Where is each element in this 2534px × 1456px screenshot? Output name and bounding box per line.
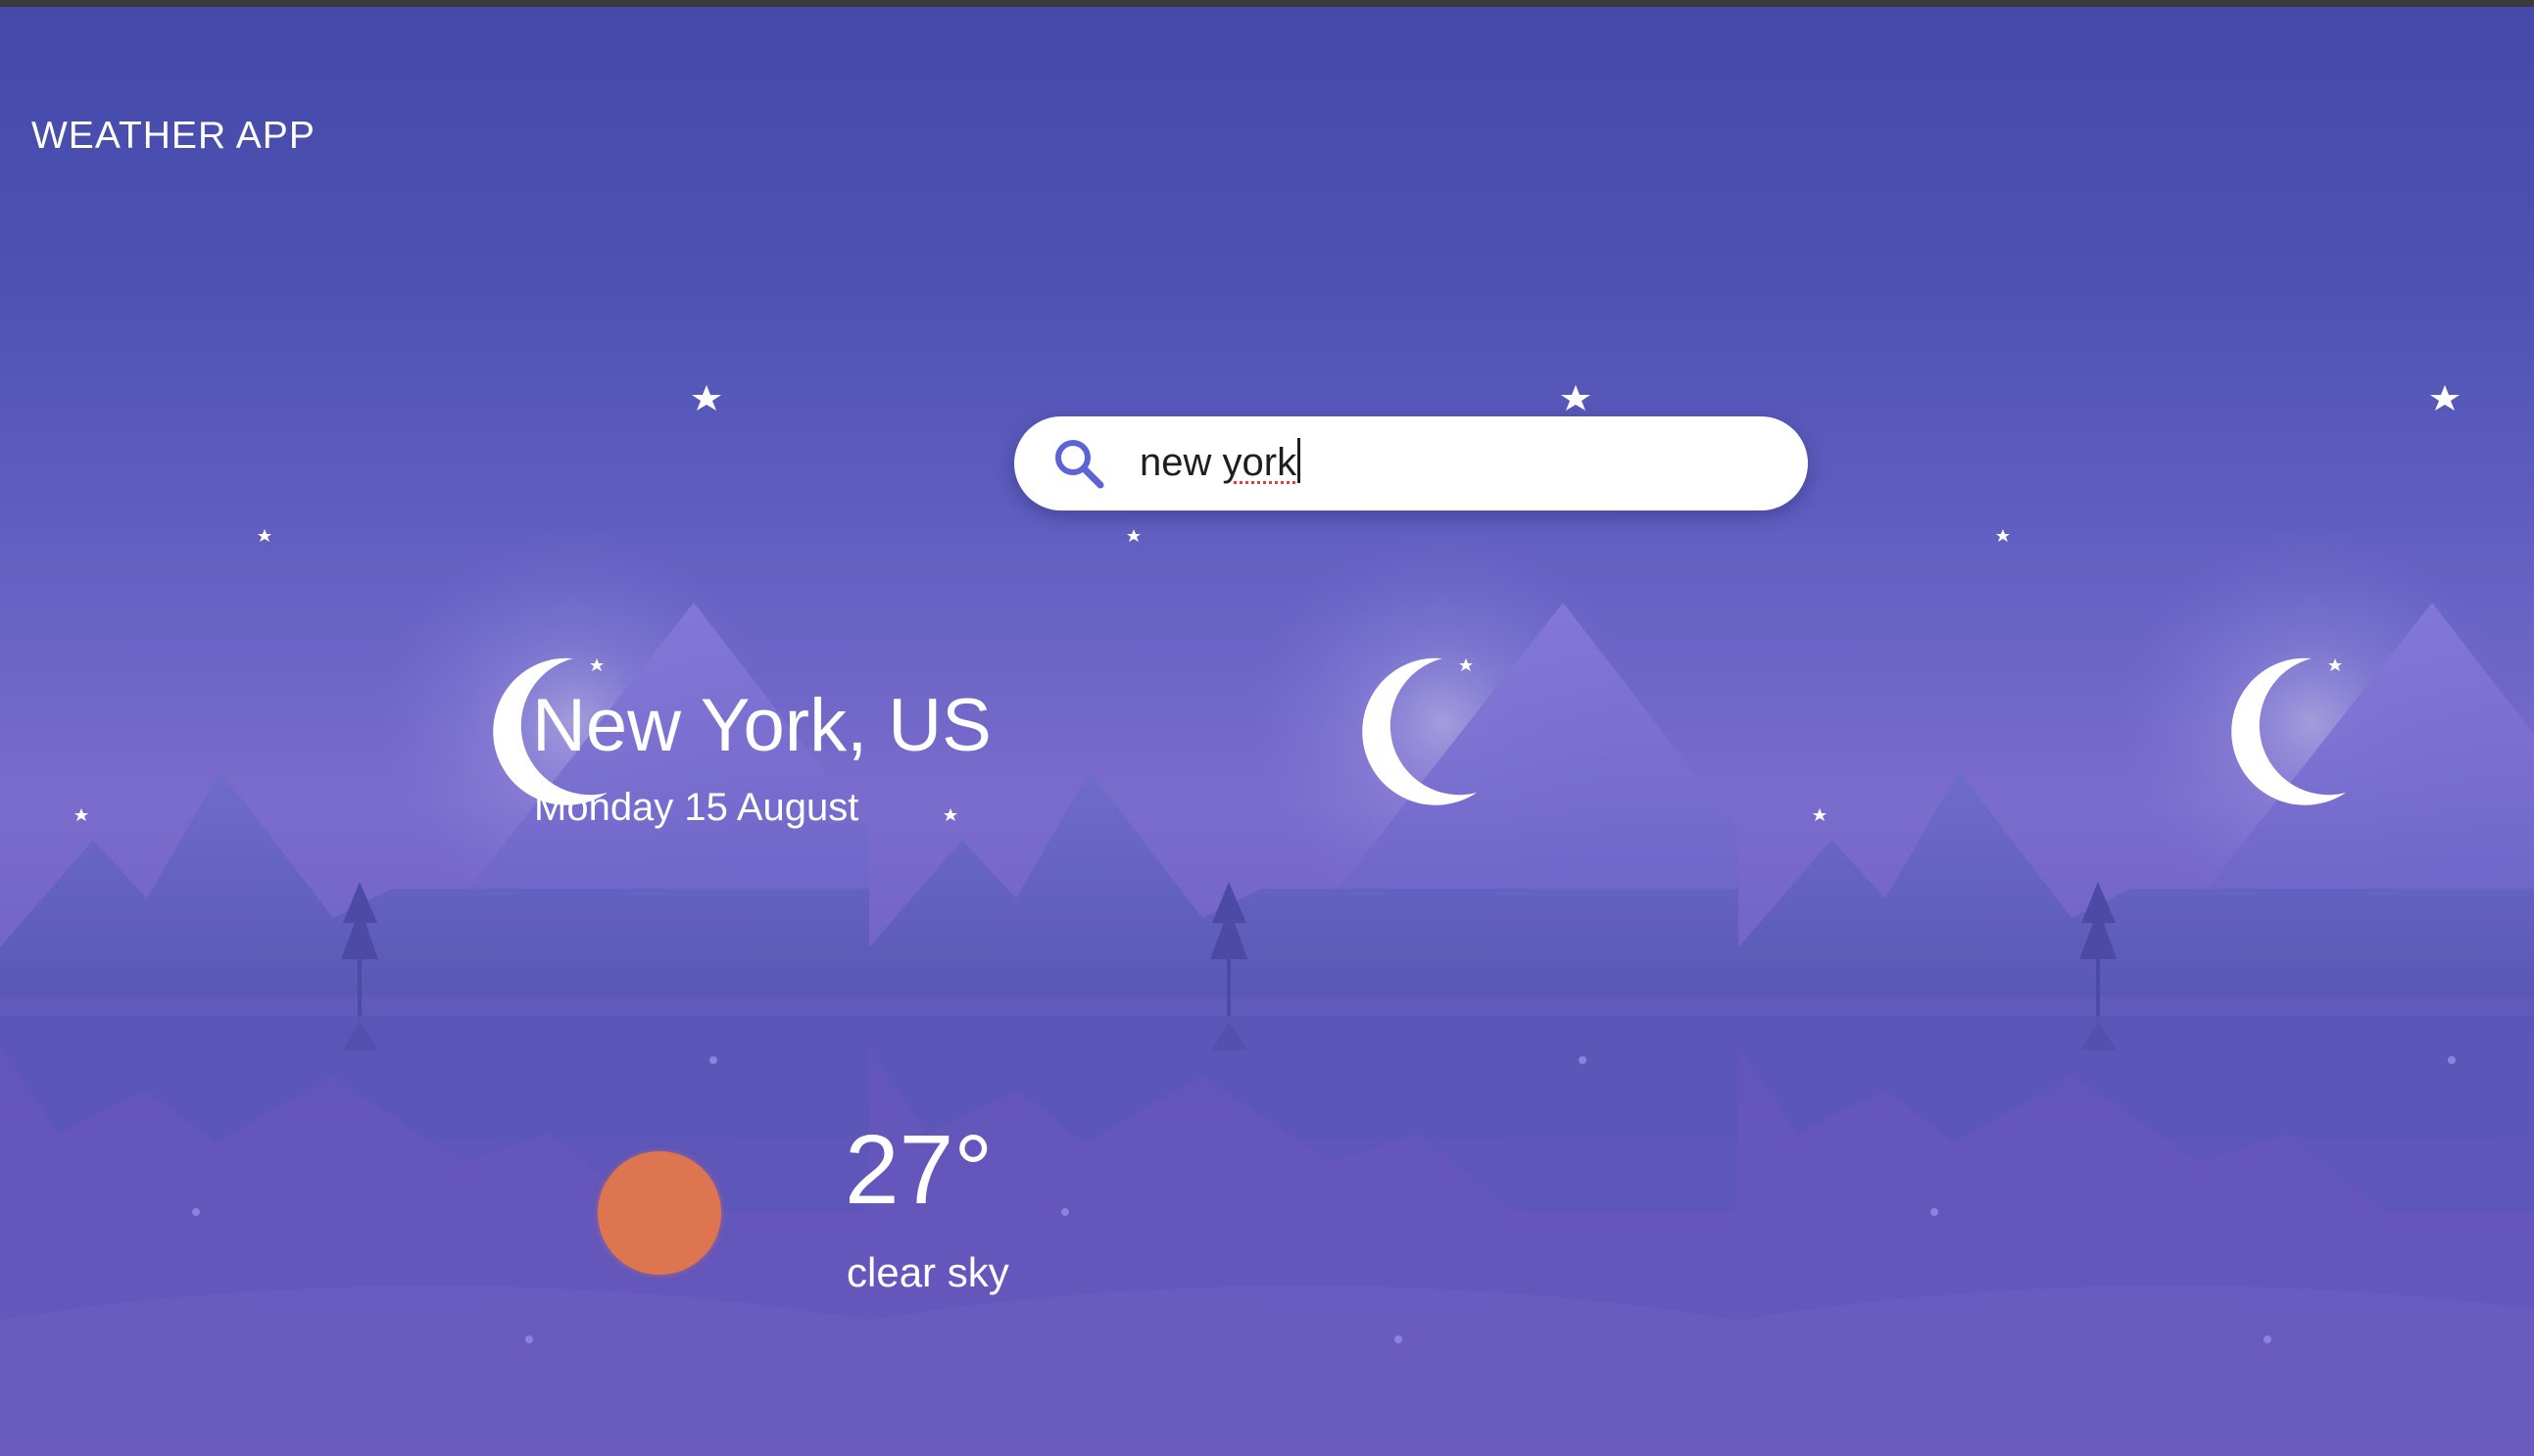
weather-description: clear sky <box>847 1249 1009 1295</box>
search-input-misspelled-word: york <box>1222 441 1297 484</box>
search-input[interactable]: new york <box>1140 438 1301 485</box>
city-name: New York, US <box>532 684 992 767</box>
app-title: WEATHER APP <box>31 115 316 157</box>
sun-icon <box>598 1151 721 1275</box>
text-cursor <box>1297 438 1301 483</box>
temperature: 27° <box>845 1115 994 1225</box>
search-bar[interactable]: new york <box>1014 416 1808 510</box>
current-date: Monday 15 August <box>534 786 859 829</box>
search-icon[interactable] <box>1049 434 1108 493</box>
weather-background-scene: WEATHER APP new york New York, US Monday… <box>0 7 2534 1456</box>
window-top-border <box>0 0 2534 7</box>
night-landscape-background <box>0 385 2534 1456</box>
search-input-word: new <box>1140 441 1212 484</box>
